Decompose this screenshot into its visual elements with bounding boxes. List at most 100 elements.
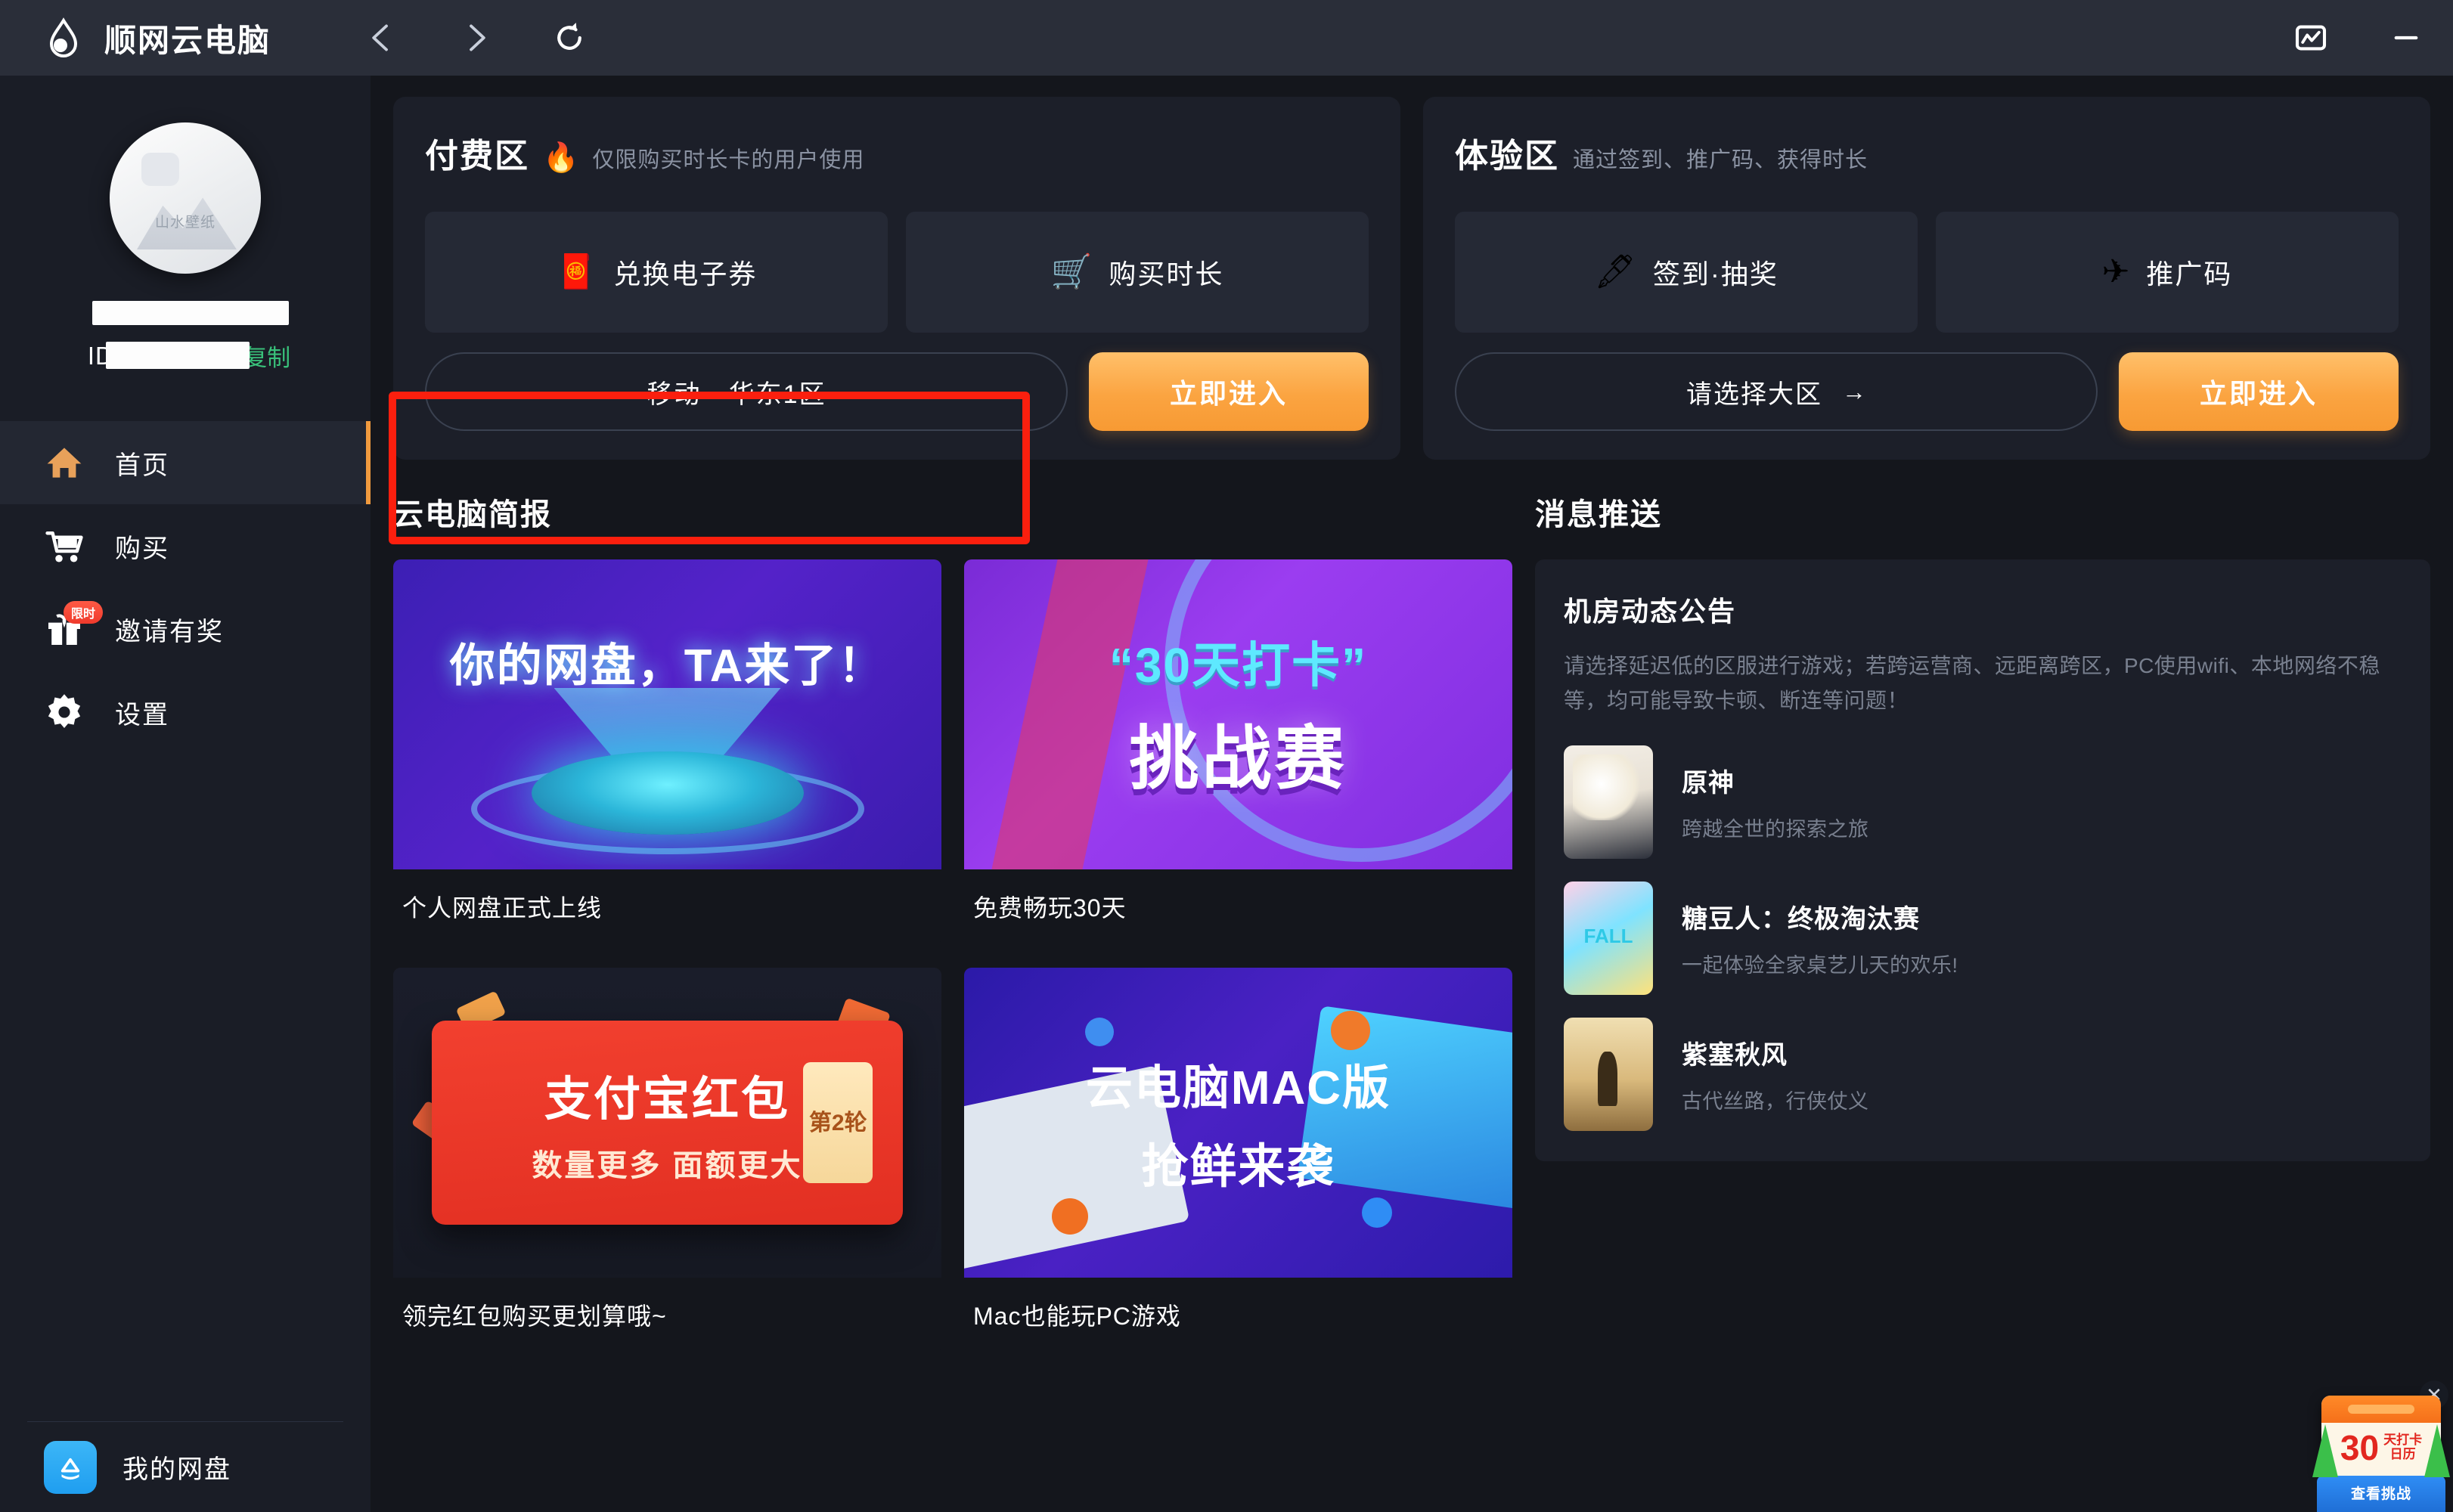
- paid-region-value: 移动 - 华东1区: [647, 380, 826, 409]
- sidebar-nav: 首页 购买 限时 邀请有奖 设置: [0, 421, 371, 754]
- sidebar-item-netdisk[interactable]: 我的网盘: [27, 1421, 343, 1512]
- sidebar-item-invite[interactable]: 限时 邀请有奖: [0, 587, 371, 671]
- list-item[interactable]: 紫塞秋风 古代丝路，行侠仗义: [1564, 1018, 2402, 1132]
- sidebar-item-purchase[interactable]: 购买: [0, 504, 371, 587]
- user-id-redaction: [106, 342, 250, 369]
- game-name: 紫塞秋风: [1682, 1041, 1788, 1070]
- trial-region-selector[interactable]: 请选择大区 →: [1455, 352, 2098, 431]
- action-label: 推广码: [2146, 259, 2233, 290]
- paid-zone-card: 付费区 🔥 仅限购买时长卡的用户使用 🧧 兑换电子券 🛒 购买时长 移动 - 华…: [393, 97, 1400, 460]
- sidebar-item-label: 邀请有奖: [115, 617, 224, 646]
- trial-enter-button[interactable]: 立即进入: [2119, 352, 2399, 431]
- calendar-top: [2321, 1396, 2441, 1423]
- chevron-right-icon[interactable]: [455, 17, 496, 58]
- game-cover-icon: [1564, 881, 1653, 996]
- game-list: 原神 跨越全世的探索之旅 糖豆人：终极淘汰赛 一起体验全家桌艺儿天的欢乐!: [1564, 745, 2402, 1132]
- promo-widget[interactable]: ✕ 30 天打卡 日历 查看挑战: [2309, 1380, 2453, 1512]
- news-art-line2: 数量更多 面额更大: [532, 1149, 803, 1182]
- game-desc: 一起体验全家桌艺儿天的欢乐!: [1682, 954, 1958, 978]
- nav-buttons: [361, 17, 590, 58]
- news-art-line1: 支付宝红包: [544, 1074, 790, 1126]
- buy-duration-button[interactable]: 🛒 购买时长: [906, 212, 1369, 333]
- gift-icon: 限时: [42, 601, 104, 651]
- list-item[interactable]: 糖豆人：终极淘汰赛 一起体验全家桌艺儿天的欢乐!: [1564, 881, 2402, 996]
- calendar-body: 30 天打卡 日历: [2321, 1423, 2441, 1476]
- signin-lottery-icon: 🖋: [1594, 253, 1636, 290]
- news-card[interactable]: 云电脑MAC版 抢鲜来袭 Mac也能玩PC游戏: [964, 968, 1512, 1353]
- invite-badge: 限时: [64, 601, 104, 624]
- trial-zone-actions: 🖋 签到·抽奖 ✈ 推广码: [1455, 212, 2399, 333]
- notice-title: 机房动态公告: [1564, 596, 1737, 627]
- news-card[interactable]: 支付宝红包 数量更多 面额更大 第2轮 领完红包购买更划算哦~: [393, 968, 941, 1353]
- brand: 顺网云电脑: [42, 15, 271, 61]
- signin-lottery-button[interactable]: 🖋 签到·抽奖: [1455, 212, 1918, 333]
- voucher-icon: 🧧: [555, 253, 597, 290]
- sidebar-item-home[interactable]: 首页: [0, 421, 371, 504]
- avatar-watermark: 山水壁纸: [154, 215, 216, 231]
- chevron-left-icon[interactable]: [361, 17, 402, 58]
- app-window: 顺网云电脑 山水壁纸 ID: 复制 首页 购买 限时 邀请有奖 设置 我的网盘 …: [0, 0, 2453, 1512]
- news-art-line1: 云电脑MAC版: [1085, 1062, 1391, 1114]
- news-section-title: 云电脑简报: [393, 498, 552, 531]
- app-title: 顺网云电脑: [104, 22, 271, 58]
- news-art-line1: “30天打卡”: [1109, 637, 1368, 692]
- minimize-icon[interactable]: [2385, 17, 2427, 59]
- fire-icon: 🔥: [543, 142, 579, 174]
- game-meta: 糖豆人：终极淘汰赛 一起体验全家桌艺儿天的欢乐!: [1682, 898, 1958, 978]
- cloud-disk-icon: [44, 1440, 97, 1494]
- sidebar-item-label: 我的网盘: [122, 1455, 231, 1484]
- avatar-highlight: [141, 153, 179, 186]
- news-thumbnail: 支付宝红包 数量更多 面额更大 第2轮: [393, 968, 941, 1278]
- username-row: 総本部: [0, 292, 371, 331]
- trial-zone-subtitle: 通过签到、推广码、获得时长: [1573, 148, 1868, 172]
- cart-green-icon: 🛒: [1050, 253, 1093, 290]
- arrow-right-icon: →: [1842, 377, 1866, 405]
- news-art-line2: 挑战赛: [1129, 720, 1347, 798]
- promo-code-icon: ✈: [2101, 253, 2130, 290]
- main-content: 付费区 🔥 仅限购买时长卡的用户使用 🧧 兑换电子券 🛒 购买时长 移动 - 华…: [371, 76, 2453, 1512]
- redeem-voucher-button[interactable]: 🧧 兑换电子券: [425, 212, 888, 333]
- trial-zone-card: 体验区 通过签到、推广码、获得时长 🖋 签到·抽奖 ✈ 推广码 请选择大区 → …: [1423, 97, 2430, 460]
- news-caption: 个人网盘正式上线: [393, 869, 941, 945]
- promo-tag[interactable]: 查看挑战: [2317, 1476, 2445, 1512]
- paid-zone-subtitle: 仅限购买时长卡的用户使用: [592, 148, 865, 172]
- paid-enter-button[interactable]: 立即进入: [1089, 352, 1369, 431]
- action-label: 兑换电子券: [613, 259, 758, 290]
- sidebar-footer: 我的网盘: [0, 1421, 371, 1512]
- action-label: 签到·抽奖: [1652, 259, 1779, 290]
- copy-id-button[interactable]: 复制: [243, 339, 290, 373]
- paid-zone-enter-row: 移动 - 华东1区 立即进入: [425, 352, 1369, 431]
- avatar[interactable]: 山水壁纸: [110, 122, 261, 274]
- news-thumbnail: 你的网盘，TA来了！: [393, 559, 941, 869]
- window-controls: [2290, 17, 2435, 59]
- paid-zone-actions: 🧧 兑换电子券 🛒 购买时长: [425, 212, 1369, 333]
- red-envelope: 支付宝红包 数量更多 面额更大 第2轮: [431, 1020, 904, 1225]
- sidebar-item-label: 设置: [115, 700, 169, 730]
- list-item[interactable]: 原神 跨越全世的探索之旅: [1564, 745, 2402, 860]
- notice-card[interactable]: 机房动态公告 请选择延迟低的区服进行游戏；若跨运营商、远距离跨区，PC使用wif…: [1535, 559, 2430, 1162]
- refresh-icon[interactable]: [549, 17, 590, 58]
- network-monitor-icon[interactable]: [2290, 17, 2332, 59]
- push-section-title: 消息推送: [1535, 498, 1662, 531]
- promo-days: 30: [2340, 1428, 2380, 1467]
- news-art-line1: 你的网盘，TA来了！: [449, 640, 885, 691]
- paid-region-selector[interactable]: 移动 - 华东1区: [425, 352, 1068, 431]
- body: 山水壁纸 総本部 ID: 1001911 复制 首页: [0, 76, 2453, 1512]
- news-thumbnail: 云电脑MAC版 抢鲜来袭: [964, 968, 1512, 1278]
- news-caption: 免费畅玩30天: [964, 869, 1512, 945]
- sidebar-item-label: 购买: [115, 534, 169, 563]
- news-grid: 你的网盘，TA来了！ 个人网盘正式上线 “30天打卡” 挑战赛 免费畅玩30天 …: [393, 559, 1512, 1353]
- sidebar-item-settings[interactable]: 设置: [0, 671, 371, 754]
- decor-dot: [1052, 1198, 1088, 1235]
- decor-disc: [531, 751, 804, 835]
- game-cover-icon: [1564, 1018, 1653, 1132]
- trial-region-value: 请选择大区: [1686, 380, 1822, 409]
- promo-code-button[interactable]: ✈ 推广码: [1936, 212, 2399, 333]
- lower-row: 云电脑简报 你的网盘，TA来了！ 个人网盘正式上线 “30天打卡” 挑战赛 免费…: [371, 460, 2453, 1353]
- news-card[interactable]: “30天打卡” 挑战赛 免费畅玩30天: [964, 559, 1512, 945]
- game-name: 原神: [1682, 769, 1735, 798]
- sidebar-item-label: 首页: [115, 451, 169, 480]
- news-art-line2: 抢鲜来袭: [1141, 1141, 1335, 1193]
- push-section: 消息推送 机房动态公告 请选择延迟低的区服进行游戏；若跨运营商、远距离跨区，PC…: [1535, 490, 2430, 1353]
- news-card[interactable]: 你的网盘，TA来了！ 个人网盘正式上线: [393, 559, 941, 945]
